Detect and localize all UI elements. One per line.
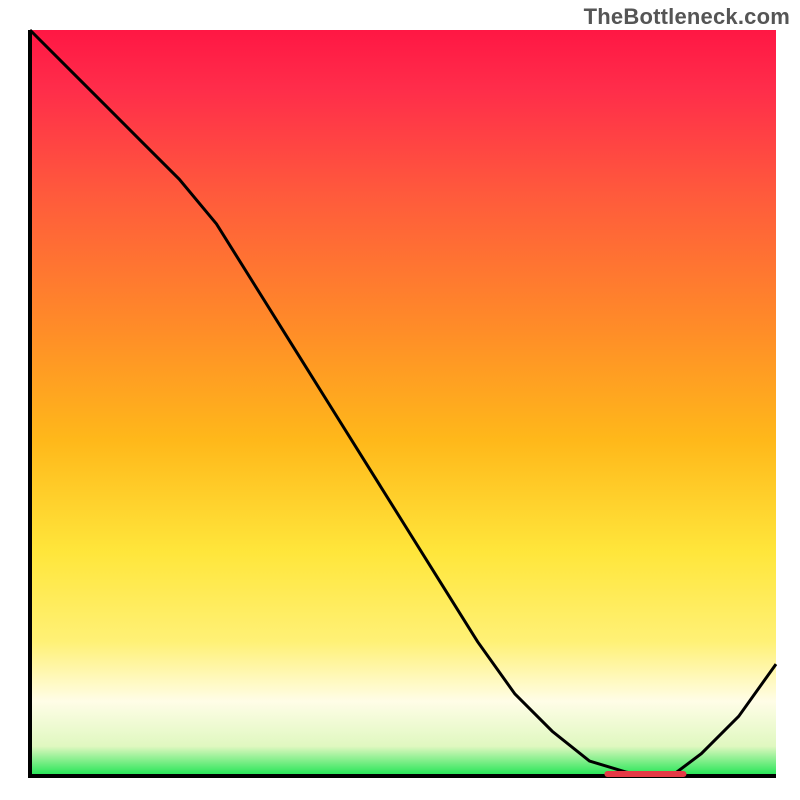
chart-container: TheBottleneck.com xyxy=(0,0,800,800)
optimal-range-marker xyxy=(604,771,686,777)
bottleneck-chart xyxy=(0,0,800,800)
